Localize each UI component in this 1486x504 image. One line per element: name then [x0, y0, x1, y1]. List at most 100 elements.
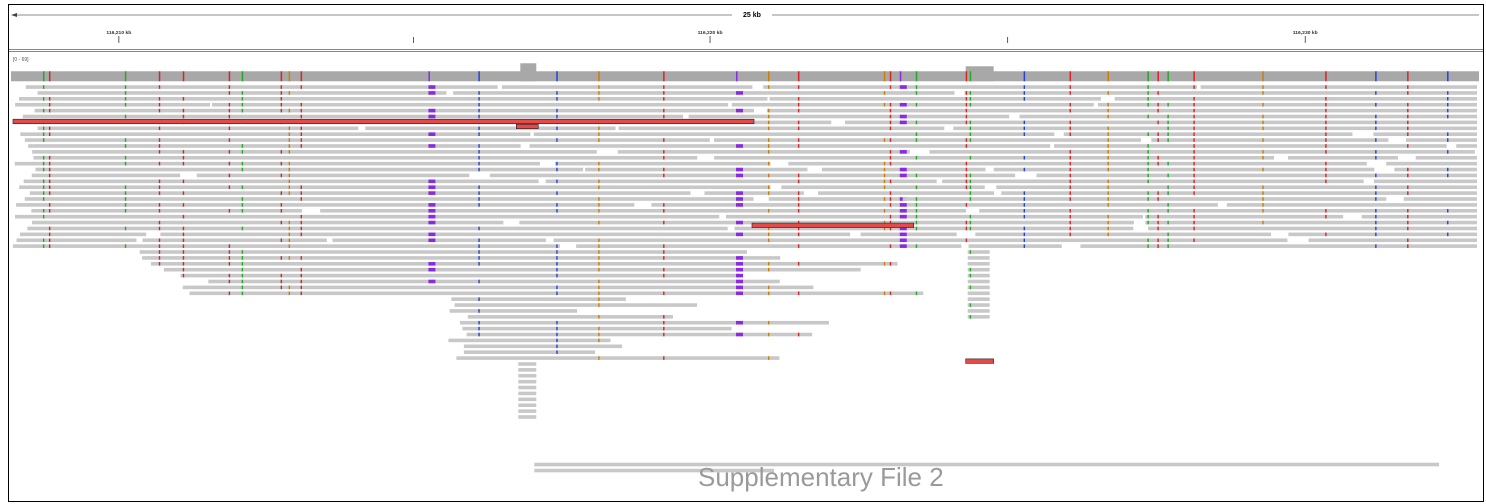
- aligned-read: [467, 315, 673, 319]
- coverage-variant-mark: [1157, 71, 1159, 82]
- read-variant-mark: [1407, 191, 1409, 195]
- coverage-variant-mark: [1147, 71, 1149, 82]
- read-variant-mark: [736, 191, 744, 195]
- read-variant-mark: [182, 161, 185, 166]
- read-variant-mark: [663, 91, 665, 95]
- read-variant-mark: [158, 250, 161, 254]
- read-variant-mark: [883, 291, 886, 296]
- aligned-read: [22, 114, 684, 119]
- read-variant-mark: [598, 332, 600, 337]
- read-variant-mark: [965, 161, 968, 166]
- read-variant-mark: [1069, 220, 1071, 225]
- read-variant-mark: [300, 108, 303, 113]
- read-variant-mark: [1069, 167, 1071, 172]
- alignment-tracks[interactable]: [9, 53, 1483, 493]
- read-variant-mark: [1023, 203, 1026, 207]
- coverage-variant-mark: [300, 71, 303, 82]
- read-variant-mark: [228, 138, 231, 142]
- read-variant-mark: [478, 256, 480, 260]
- read-variant-mark: [241, 161, 244, 166]
- read-variant-mark: [1107, 108, 1109, 113]
- coverage-range-label: [0 - 69]: [13, 57, 29, 63]
- read-variant-mark: [1193, 167, 1195, 172]
- read-variant-mark: [124, 155, 127, 160]
- read-variant-mark: [883, 262, 886, 266]
- read-variant-mark: [1069, 150, 1071, 154]
- read-variant-mark: [1193, 150, 1195, 154]
- read-variant-mark: [42, 191, 45, 195]
- genomic-ruler[interactable]: 25 kb 116,210 kb 116,220 kb 116,230 kb: [9, 5, 1483, 45]
- read-variant-mark: [1375, 126, 1377, 131]
- aligned-read: [979, 208, 1478, 213]
- aligned-read: [967, 309, 990, 313]
- read-variant-mark: [767, 108, 770, 113]
- read-variant-mark: [969, 138, 972, 142]
- read-variant-mark: [241, 167, 244, 172]
- read-variant-mark: [300, 232, 303, 237]
- read-variant-mark: [883, 185, 886, 190]
- read-variant-mark: [280, 102, 283, 107]
- aligned-read: [713, 138, 1141, 142]
- read-variant-mark: [280, 279, 283, 284]
- aligned-read: [617, 150, 910, 154]
- read-variant-mark: [1069, 132, 1071, 136]
- read-variant-mark: [288, 256, 291, 260]
- read-variant-mark: [478, 326, 480, 331]
- read-variant-mark: [1262, 91, 1264, 95]
- read-variant-mark: [1167, 232, 1169, 237]
- read-variant-mark: [182, 179, 185, 184]
- read-variant-mark: [228, 114, 231, 119]
- read-variant-mark: [158, 126, 161, 131]
- read-variant-mark: [1325, 173, 1327, 178]
- read-variant-mark: [428, 262, 436, 266]
- aligned-read: [967, 262, 990, 266]
- read-variant-mark: [1325, 138, 1327, 142]
- read-variant-mark: [1262, 126, 1264, 131]
- read-variant-mark: [228, 185, 231, 190]
- aligned-read: [618, 126, 945, 131]
- aligned-read: [1386, 161, 1478, 166]
- aligned-read: [14, 161, 540, 166]
- read-variant-mark: [797, 291, 800, 296]
- read-variant-mark: [1375, 114, 1377, 119]
- read-variant-mark: [1375, 173, 1377, 178]
- read-variant-mark: [478, 238, 480, 243]
- read-variant-mark: [1447, 114, 1449, 119]
- read-variant-mark: [280, 238, 283, 243]
- aligned-read: [967, 256, 990, 260]
- read-variant-mark: [241, 208, 244, 213]
- read-variant-mark: [300, 114, 303, 119]
- read-variant-mark: [969, 315, 972, 319]
- read-variant-mark: [915, 155, 918, 160]
- read-variant-mark: [889, 114, 892, 119]
- aligned-read: [518, 385, 537, 390]
- read-variant-mark: [1023, 214, 1026, 219]
- read-variant-mark: [288, 220, 291, 225]
- read-variant-mark: [241, 108, 244, 113]
- read-variant-mark: [182, 203, 185, 207]
- read-variant-mark: [1023, 155, 1026, 160]
- aligned-read: [35, 167, 584, 172]
- read-variant-mark: [1157, 120, 1159, 125]
- read-variant-mark: [42, 138, 45, 142]
- igv-alignment-panel[interactable]: 25 kb 116,210 kb 116,220 kb 116,230 kb […: [8, 4, 1484, 502]
- read-variant-mark: [42, 244, 45, 248]
- read-variant-mark: [228, 108, 231, 113]
- read-variant-mark: [1325, 179, 1327, 184]
- read-variant-mark: [1375, 185, 1377, 190]
- read-variant-mark: [767, 114, 770, 119]
- read-variant-mark: [228, 291, 231, 296]
- read-variant-mark: [663, 273, 665, 278]
- aligned-read: [518, 409, 537, 413]
- read-variant-mark: [428, 232, 436, 237]
- read-variant-mark: [42, 167, 45, 172]
- read-variant-mark: [556, 203, 558, 207]
- read-variant-mark: [556, 191, 558, 195]
- read-variant-mark: [965, 108, 968, 113]
- aligned-read: [1308, 238, 1478, 243]
- read-variant-mark: [598, 185, 600, 190]
- read-variant-mark: [478, 114, 480, 119]
- read-variant-mark: [124, 102, 127, 107]
- read-variant-mark: [889, 126, 892, 131]
- read-variant-mark: [182, 214, 185, 219]
